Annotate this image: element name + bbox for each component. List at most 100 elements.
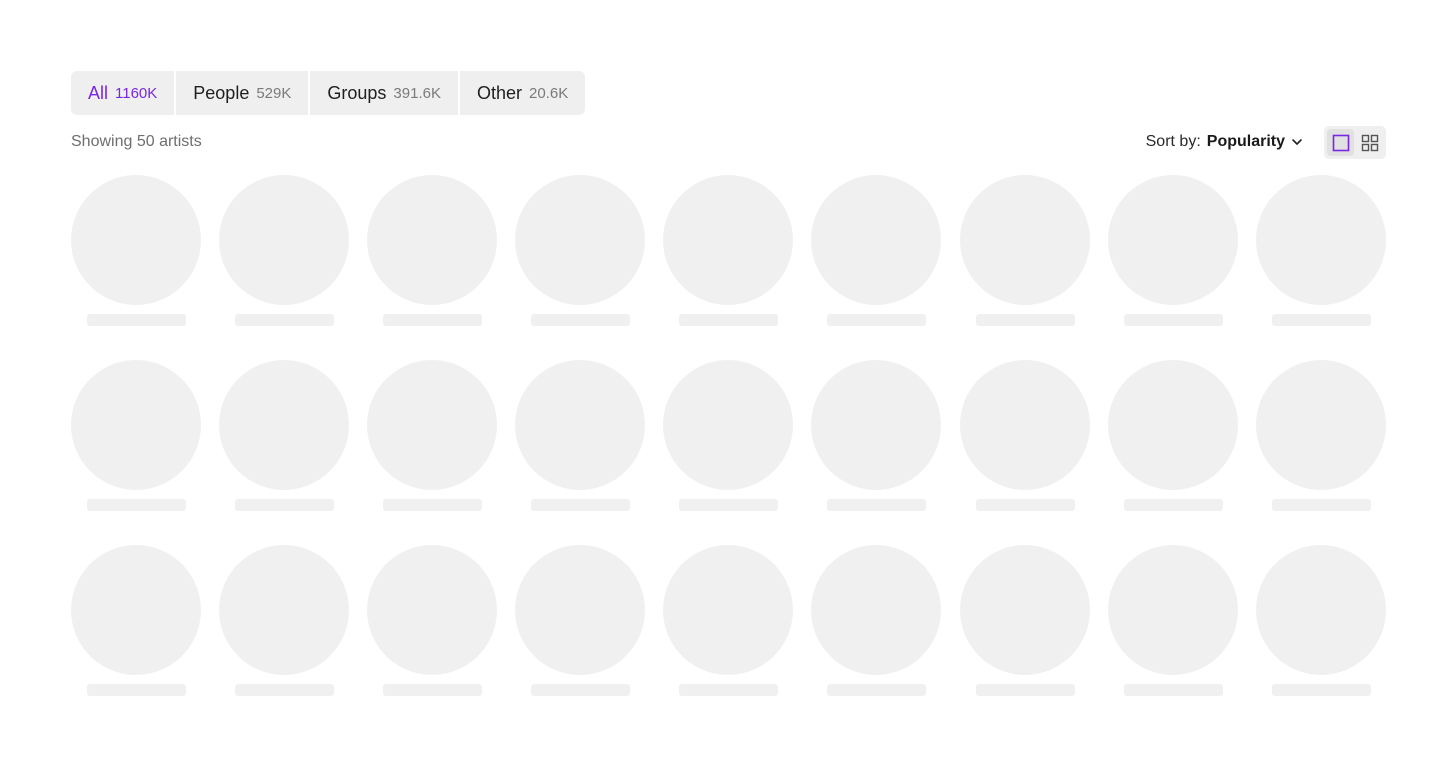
sort-label: Sort by: (1145, 133, 1201, 150)
artist-card-skeleton (959, 360, 1090, 511)
tab-other[interactable]: Other 20.6K (459, 71, 586, 115)
tab-label: Other (476, 82, 522, 103)
tab-count: 20.6K (529, 84, 569, 102)
name-placeholder (383, 499, 483, 511)
avatar-placeholder (367, 545, 498, 675)
avatar-placeholder (811, 360, 942, 490)
avatar-placeholder (1107, 545, 1238, 675)
name-placeholder (975, 314, 1075, 326)
tab-label: Groups (327, 82, 387, 103)
artist-card-skeleton (71, 175, 201, 326)
artist-card-skeleton (663, 175, 794, 326)
name-placeholder (679, 314, 779, 326)
artist-grid (71, 175, 1386, 696)
artist-card-skeleton (1107, 545, 1238, 696)
avatar-placeholder (959, 545, 1090, 675)
avatar-placeholder (515, 175, 646, 305)
artist-card-skeleton (515, 545, 646, 696)
avatar-placeholder (219, 360, 350, 490)
name-placeholder (975, 499, 1075, 511)
artist-card-skeleton (959, 175, 1090, 326)
tab-people[interactable]: People 529K (176, 71, 309, 115)
tab-count: 391.6K (393, 84, 441, 102)
avatar-placeholder (663, 175, 794, 305)
name-placeholder (235, 314, 335, 326)
name-placeholder (827, 314, 927, 326)
artist-card-skeleton (219, 545, 350, 696)
artist-card-skeleton (1107, 175, 1238, 326)
tab-groups[interactable]: Groups 391.6K (310, 71, 458, 115)
artist-card-skeleton (959, 545, 1090, 696)
artist-card-skeleton (71, 360, 201, 511)
name-placeholder (1271, 684, 1371, 696)
name-placeholder (679, 684, 779, 696)
tab-label: People (193, 82, 250, 103)
name-placeholder (1123, 684, 1223, 696)
artist-card-skeleton (811, 360, 942, 511)
name-placeholder (235, 684, 335, 696)
name-placeholder (1271, 314, 1371, 326)
artist-card-skeleton (811, 545, 942, 696)
name-placeholder (679, 499, 779, 511)
artist-card-skeleton (367, 360, 498, 511)
artist-card-skeleton (515, 360, 646, 511)
avatar-placeholder (811, 175, 942, 305)
artist-card-skeleton (663, 360, 794, 511)
avatar-placeholder (367, 175, 498, 305)
avatar-placeholder (1255, 360, 1386, 490)
grid-icon (1361, 134, 1379, 152)
artist-card-skeleton (1255, 175, 1386, 326)
name-placeholder (531, 684, 631, 696)
name-placeholder (87, 684, 186, 696)
name-placeholder (827, 684, 927, 696)
single-view-button[interactable] (1327, 129, 1354, 156)
artist-card-skeleton (811, 175, 942, 326)
avatar-placeholder (959, 175, 1090, 305)
tab-all[interactable]: All 1160K (71, 71, 175, 115)
name-placeholder (531, 499, 631, 511)
name-placeholder (383, 314, 483, 326)
avatar-placeholder (71, 175, 201, 305)
name-placeholder (87, 499, 186, 511)
avatar-placeholder (663, 545, 794, 675)
avatar-placeholder (71, 545, 201, 675)
avatar-placeholder (219, 545, 350, 675)
name-placeholder (531, 314, 631, 326)
avatar-placeholder (515, 360, 646, 490)
avatar-placeholder (1255, 175, 1386, 305)
artist-card-skeleton (367, 175, 498, 326)
artist-card-skeleton (1107, 360, 1238, 511)
avatar-placeholder (219, 175, 350, 305)
avatar-placeholder (663, 360, 794, 490)
tab-count: 529K (256, 84, 292, 102)
artist-card-skeleton (515, 175, 646, 326)
results-count: Showing 50 artists (71, 133, 202, 150)
avatar-placeholder (959, 360, 1090, 490)
artist-card-skeleton (219, 360, 350, 511)
name-placeholder (1123, 499, 1223, 511)
square-icon (1332, 134, 1350, 152)
artist-card-skeleton (367, 545, 498, 696)
artist-card-skeleton (219, 175, 350, 326)
artist-card-skeleton (71, 545, 201, 696)
name-placeholder (827, 499, 927, 511)
avatar-placeholder (71, 360, 201, 490)
grid-view-button[interactable] (1356, 129, 1383, 156)
sort-dropdown[interactable]: Sort by: Popularity (1146, 130, 1304, 154)
avatar-placeholder (515, 545, 646, 675)
name-placeholder (87, 314, 186, 326)
name-placeholder (1271, 499, 1371, 511)
tab-count: 1160K (115, 84, 158, 102)
chevron-down-icon (1290, 135, 1304, 149)
name-placeholder (383, 684, 483, 696)
avatar-placeholder (811, 545, 942, 675)
name-placeholder (975, 684, 1075, 696)
avatar-placeholder (1107, 360, 1238, 490)
avatar-placeholder (1255, 545, 1386, 675)
tab-label: All (88, 82, 109, 103)
artist-card-skeleton (1255, 545, 1386, 696)
artist-card-skeleton (1255, 360, 1386, 511)
name-placeholder (1123, 314, 1223, 326)
sort-value: Popularity (1206, 133, 1285, 150)
filter-tabs: All 1160K People 529K Groups 391.6K Othe… (71, 71, 586, 115)
